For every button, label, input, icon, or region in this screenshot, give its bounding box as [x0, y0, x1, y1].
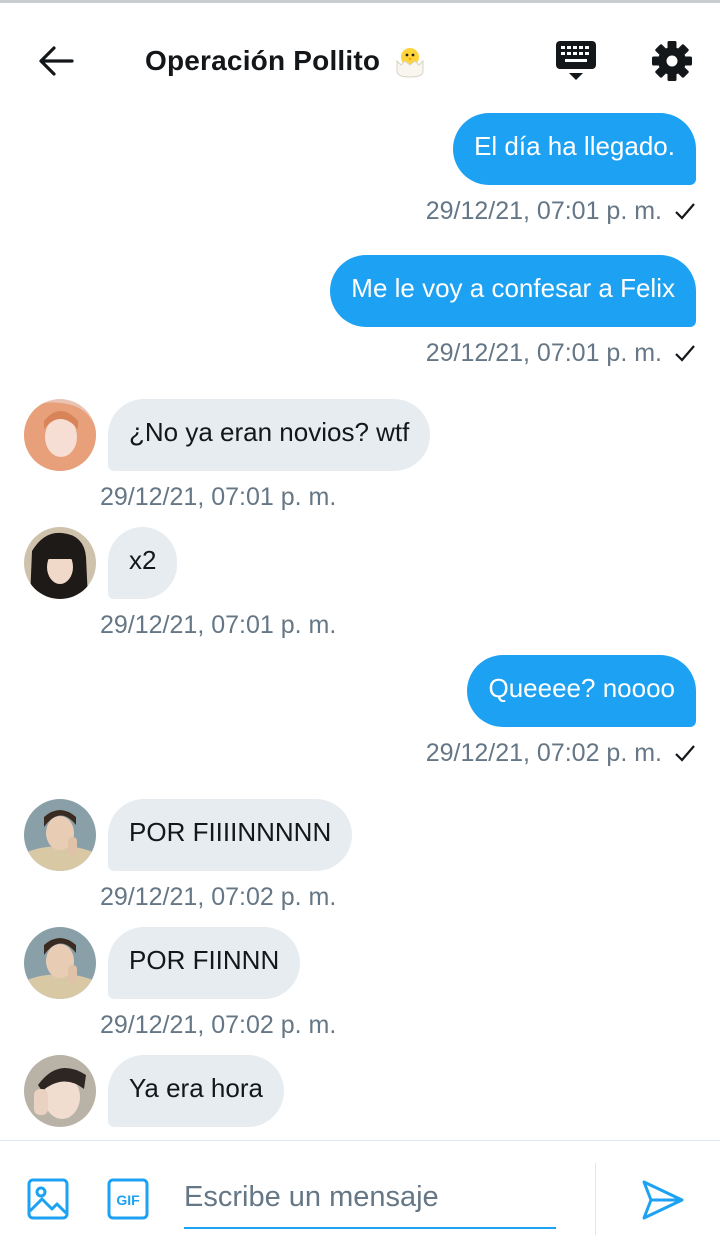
arrow-left-icon — [39, 46, 74, 76]
message-timestamp: 29/12/21, 07:01 p. m. — [100, 483, 337, 511]
message-timestamp: 29/12/21, 07:01 p. m. — [425, 339, 662, 367]
message-item: POR FIIIINNNNN 29/12/21, 07:02 p. m. — [24, 799, 353, 912]
gif-label: GIF — [116, 1192, 140, 1208]
keyboard-shortcuts-button[interactable] — [552, 39, 600, 85]
avatar-image — [24, 527, 96, 599]
keyboard-icon — [556, 41, 596, 80]
user-avatar[interactable] — [24, 927, 96, 999]
send-icon — [642, 1180, 684, 1220]
message-item: x2 29/12/21, 07:01 p. m. — [24, 527, 336, 640]
chick-hatching-icon — [396, 48, 424, 78]
message-bubble-incoming[interactable]: x2 — [108, 527, 178, 599]
message-item: El día ha llegado. 29/12/21, 07:01 p. m. — [426, 113, 696, 226]
message-bubble-incoming[interactable]: POR FIINNN — [108, 927, 301, 999]
message-bubble-outgoing[interactable]: Queeee? noooo — [467, 655, 696, 727]
message-input-wrapper — [184, 1169, 556, 1229]
message-bubble-incoming[interactable]: POR FIIIINNNNN — [108, 799, 353, 871]
avatar-image — [24, 927, 96, 999]
avatar-image — [24, 1055, 96, 1127]
message-timestamp: 29/12/21, 07:02 p. m. — [100, 883, 337, 911]
message-list[interactable]: El día ha llegado. 29/12/21, 07:01 p. m.… — [0, 113, 720, 1140]
message-timestamp: 29/12/21, 07:01 p. m. — [425, 197, 662, 225]
message-composer: GIF — [0, 1140, 720, 1255]
user-avatar[interactable] — [24, 799, 96, 871]
conversation-settings-button[interactable] — [648, 37, 696, 85]
message-timestamp: 29/12/21, 07:01 p. m. — [100, 611, 337, 639]
conversation-title: Operación Pollito — [145, 45, 381, 76]
add-gif-button[interactable]: GIF — [106, 1177, 150, 1221]
send-button[interactable] — [640, 1177, 686, 1223]
message-bubble-incoming[interactable]: Ya era hora — [108, 1055, 284, 1127]
image-icon — [27, 1178, 69, 1220]
composer-divider — [595, 1163, 596, 1235]
add-media-button[interactable] — [26, 1177, 70, 1221]
message-timestamp: 29/12/21, 07:02 p. m. — [100, 1011, 337, 1039]
message-meta: 29/12/21, 07:01 p. m. — [426, 197, 696, 226]
back-button[interactable] — [32, 41, 80, 81]
user-avatar[interactable] — [24, 1055, 96, 1127]
message-timestamp: 29/12/21, 07:02 p. m. — [425, 739, 662, 767]
user-avatar[interactable] — [24, 527, 96, 599]
sent-check-icon — [675, 345, 695, 362]
user-avatar[interactable] — [24, 399, 96, 471]
message-input[interactable] — [184, 1169, 556, 1225]
message-bubble-outgoing[interactable]: El día ha llegado. — [453, 113, 696, 185]
avatar-image — [24, 799, 96, 871]
gear-icon — [652, 41, 692, 81]
message-item: Queeee? noooo 29/12/21, 07:02 p. m. — [426, 655, 696, 768]
sent-check-icon — [675, 203, 695, 220]
message-item: Ya era hora — [24, 1055, 284, 1127]
message-item: POR FIINNN 29/12/21, 07:02 p. m. — [24, 927, 336, 1040]
message-item: Me le voy a confesar a Felix 29/12/21, 0… — [330, 255, 696, 368]
conversation-title-group[interactable]: Operación Pollito — [145, 41, 428, 81]
avatar-image — [24, 399, 96, 471]
message-bubble-incoming[interactable]: ¿No ya eran novios? wtf — [108, 399, 431, 471]
message-bubble-outgoing[interactable]: Me le voy a confesar a Felix — [330, 255, 696, 327]
gif-icon: GIF — [107, 1178, 149, 1220]
conversation-header: Operación Pollito — [0, 3, 720, 113]
sent-check-icon — [675, 745, 695, 762]
message-item: ¿No ya eran novios? wtf 29/12/21, 07:01 … — [24, 399, 431, 512]
message-meta: 29/12/21, 07:01 p. m. — [330, 339, 696, 368]
message-meta: 29/12/21, 07:02 p. m. — [426, 739, 696, 768]
